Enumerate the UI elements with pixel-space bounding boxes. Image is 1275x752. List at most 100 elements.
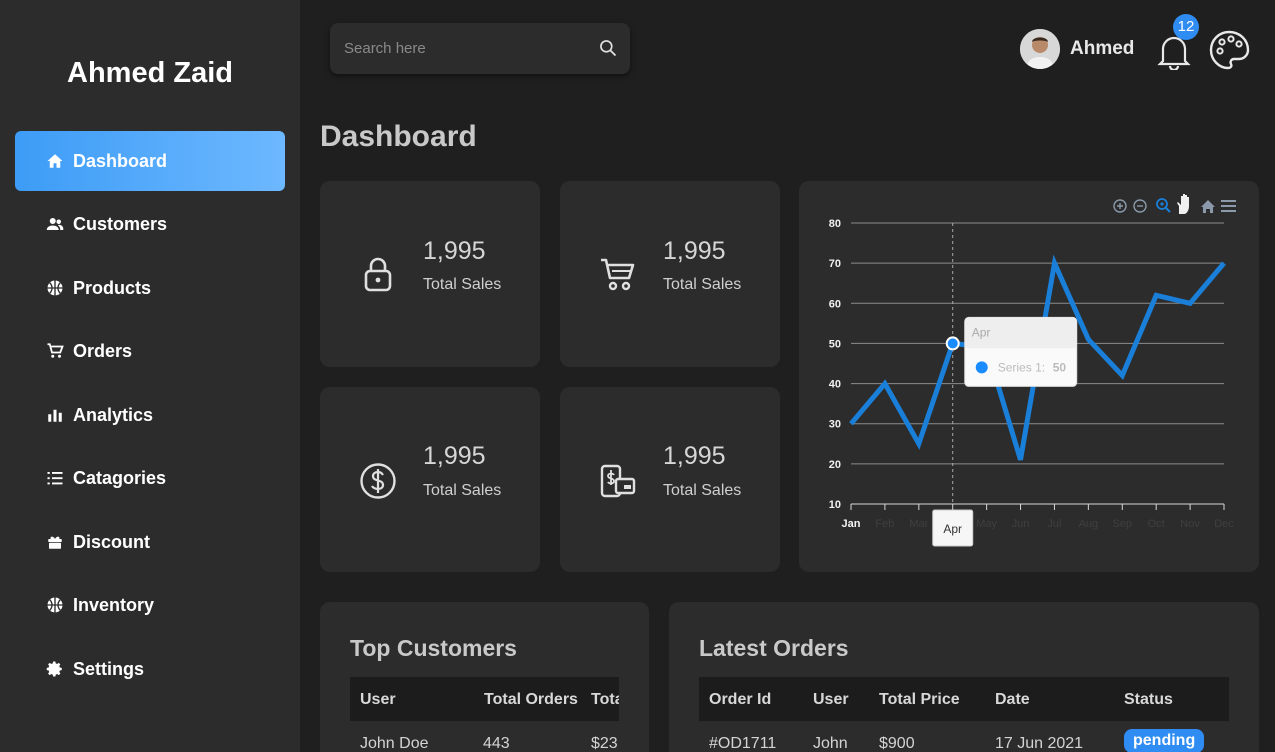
sidebar: Ahmed Zaid Dashboard Customers Products … [0, 0, 300, 752]
cell-date: 17 Jun 2021 [995, 735, 1084, 752]
column-header-total-orders: Total Orders [484, 691, 578, 708]
x-tick-label: Sep [1112, 518, 1132, 530]
sidebar-item-orders[interactable]: Orders [15, 321, 285, 381]
avatar[interactable] [1020, 29, 1060, 69]
top-customers-title: Top Customers [350, 635, 517, 661]
tooltip-value: 50 [1053, 360, 1067, 374]
stat-card: 1,995 Total Sales [560, 387, 780, 572]
sidebar-item-label: Discount [73, 531, 151, 552]
top-customers-card: Top Customers User Total Orders Total Jo… [320, 602, 649, 752]
y-tick-label: 20 [829, 459, 841, 471]
stat-label: Total Sales [663, 276, 742, 293]
chart-toolbar [1113, 194, 1236, 214]
gear-icon [45, 659, 65, 679]
basketball-icon [45, 278, 65, 298]
sidebar-item-label: Orders [73, 340, 133, 361]
menu-icon[interactable] [1221, 200, 1236, 212]
status-badge: pending [1124, 729, 1205, 752]
x-tick-label: Jan [842, 518, 861, 530]
stat-label: Total Sales [663, 482, 742, 499]
x-tick-label: Dec [1214, 518, 1234, 530]
sidebar-item-label: Products [73, 277, 152, 298]
palette-icon[interactable] [1208, 29, 1250, 71]
lock-icon [364, 257, 392, 292]
sidebar-item-settings[interactable]: Settings [15, 639, 285, 699]
line-chart[interactable]: 10 20 30 40 50 60 70 80 Jan Feb Mar Apr May Jun Jul Au… [799, 181, 1259, 572]
x-axis-tooltip: Apr [932, 509, 974, 547]
cell-user: John Doe [360, 735, 429, 752]
chart-card: 10 20 30 40 50 60 70 80 Jan Feb Mar Apr May Jun Jul Au… [799, 181, 1259, 572]
cell-order-id: #OD1711 [709, 735, 777, 752]
zoom-select-icon[interactable] [1156, 198, 1171, 213]
pan-hand-icon[interactable] [1177, 194, 1189, 214]
brand-title: Ahmed Zaid [67, 57, 233, 89]
search-box [330, 23, 630, 74]
list-icon [45, 468, 65, 488]
sidebar-item-dashboard[interactable]: Dashboard [15, 131, 285, 191]
stat-card: 1,995 Total Sales [320, 387, 540, 572]
chart-tooltip: Apr Series 1: 50 [964, 316, 1078, 387]
gift-icon [45, 532, 65, 552]
cell-user: John [813, 735, 848, 752]
payment-icon [600, 464, 636, 498]
x-axis-labels: JanFebMarAprMayJunJulAugSepOctNovDec [842, 518, 1235, 530]
zoom-in-icon[interactable] [1113, 199, 1127, 213]
sidebar-item-discount[interactable]: Discount [15, 512, 285, 572]
stat-value: 1,995 [423, 237, 486, 265]
x-tick-label: May [976, 518, 997, 530]
x-tick-label: Nov [1180, 518, 1200, 530]
sidebar-item-label: Catagories [73, 467, 167, 488]
series-points [945, 336, 960, 351]
latest-orders-card: Latest Orders Order Id User Total Price … [669, 602, 1259, 752]
bar-chart-icon [45, 405, 65, 425]
x-tick-label: Jul [1047, 518, 1061, 530]
sidebar-item-catagories[interactable]: Catagories [15, 448, 285, 508]
sidebar-item-inventory[interactable]: Inventory [15, 575, 285, 635]
column-header-user: User [813, 691, 849, 708]
zoom-out-icon[interactable] [1133, 199, 1147, 213]
cell-total-orders: 443 [483, 735, 510, 752]
column-header-status: Status [1124, 691, 1173, 708]
cart-icon [601, 258, 635, 291]
reset-home-icon[interactable] [1201, 200, 1215, 213]
sidebar-item-label: Dashboard [73, 150, 168, 171]
x-axis-tooltip-label: Apr [943, 522, 962, 536]
search-icon[interactable] [598, 38, 618, 58]
dollar-icon [360, 463, 396, 499]
latest-orders-title: Latest Orders [699, 635, 849, 661]
y-tick-label: 10 [829, 499, 841, 511]
y-tick-label: 50 [829, 338, 841, 350]
active-data-point[interactable] [945, 336, 960, 351]
stat-value: 1,995 [663, 442, 726, 470]
cell-total-price: $900 [879, 735, 915, 752]
basketball-icon [45, 595, 65, 615]
sidebar-item-label: Customers [73, 213, 168, 234]
column-header-user: User [360, 691, 396, 708]
column-header-total: Total [591, 691, 619, 708]
x-tick-label: Oct [1148, 518, 1165, 530]
x-tick-label: Mar [909, 518, 928, 530]
tooltip-category: Apr [972, 325, 991, 339]
table-header: User Total Orders Total [350, 677, 619, 721]
cart-icon [45, 341, 65, 361]
column-header-date: Date [995, 691, 1030, 708]
sidebar-item-products[interactable]: Products [15, 258, 285, 318]
column-header-order-id: Order Id [709, 691, 772, 708]
notification-badge: 12 [1173, 14, 1199, 40]
y-axis-labels: 10 20 30 40 50 60 70 80 [829, 218, 841, 511]
user-name[interactable]: Ahmed [1070, 38, 1134, 60]
x-tick-label: Jun [1012, 518, 1030, 530]
stat-card: 1,995 Total Sales [320, 181, 540, 367]
cell-total: $23 [591, 735, 618, 752]
search-input[interactable] [330, 23, 590, 74]
tooltip-series-name: Series 1: [998, 360, 1045, 374]
sidebar-item-label: Inventory [73, 594, 155, 615]
sidebar-item-analytics[interactable]: Analytics [15, 385, 285, 445]
stat-label: Total Sales [423, 482, 502, 499]
x-tick-label: Feb [875, 518, 894, 530]
sidebar-item-label: Settings [73, 658, 145, 679]
y-tick-label: 80 [829, 218, 841, 230]
table-header: Order Id User Total Price Date Status [699, 677, 1229, 721]
sidebar-item-customers[interactable]: Customers [15, 194, 285, 254]
tooltip-series-marker [975, 361, 988, 374]
